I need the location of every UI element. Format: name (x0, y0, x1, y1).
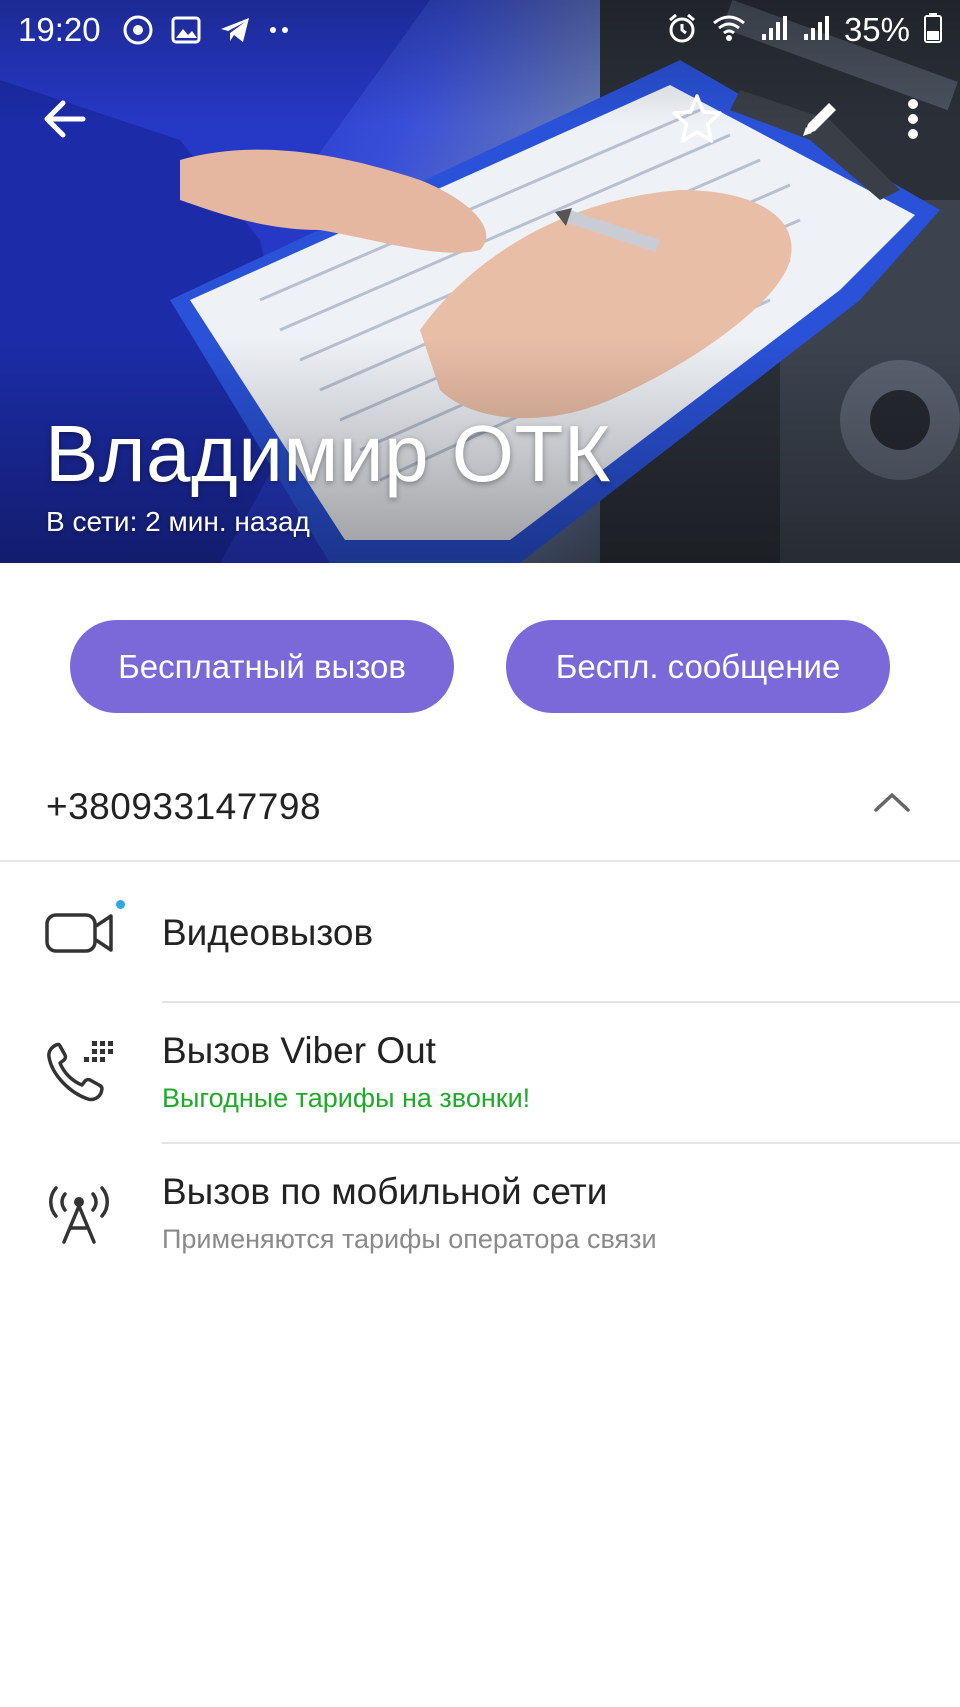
viber-out-option[interactable]: Вызов Viber Out Выгодные тарифы на звонк… (0, 1003, 960, 1143)
contact-status: В сети: 2 мин. назад (46, 506, 310, 537)
battery-percent: 35% (843, 11, 910, 48)
phone-number-row[interactable]: +380933147798 (0, 760, 960, 862)
video-call-option[interactable]: Видеовызов (0, 864, 960, 1002)
pencil-icon (803, 103, 836, 136)
signal-icon (802, 14, 830, 47)
more-vert-icon (908, 99, 918, 139)
back-arrow-icon (44, 100, 86, 138)
alarm-icon (666, 12, 698, 49)
video-camera-icon (45, 913, 113, 953)
option-subtitle: Применяются тарифы оператора связи (162, 1224, 657, 1254)
chevron-up-icon[interactable] (872, 790, 912, 814)
free-message-button[interactable]: Беспл. сообщение (506, 620, 890, 713)
telegram-icon (219, 16, 251, 44)
new-feature-dot (116, 900, 125, 909)
status-bar: 19:20 35% (0, 0, 960, 60)
star-icon (672, 94, 722, 143)
mobile-call-option[interactable]: Вызов по мобильной сети Применяются тари… (0, 1144, 960, 1284)
contact-cover: 19:20 35% Владимир ОТК В сети: 2 мин. на… (0, 0, 960, 563)
battery-icon (924, 12, 942, 48)
option-subtitle: Выгодные тарифы на звонки! (162, 1083, 531, 1113)
more-options-button[interactable] (878, 84, 948, 154)
status-time: 19:20 (18, 11, 101, 48)
chrome-icon (123, 15, 153, 45)
gallery-icon (171, 16, 201, 44)
option-title: Вызов по мобильной сети (162, 1171, 608, 1212)
viber-out-phone-icon (47, 1041, 113, 1102)
signal-icon (760, 14, 788, 47)
favorite-button[interactable] (662, 84, 732, 154)
option-title: Видеовызов (162, 912, 374, 953)
phone-number: +380933147798 (46, 786, 322, 827)
contact-name: Владимир ОТК (45, 409, 611, 498)
cell-tower-icon (49, 1186, 109, 1244)
more-dots-icon (269, 26, 289, 34)
wifi-icon (712, 14, 746, 47)
edit-button[interactable] (785, 84, 855, 154)
option-title: Вызов Viber Out (162, 1030, 436, 1071)
free-call-button[interactable]: Бесплатный вызов (70, 620, 454, 713)
back-button[interactable] (30, 84, 100, 154)
